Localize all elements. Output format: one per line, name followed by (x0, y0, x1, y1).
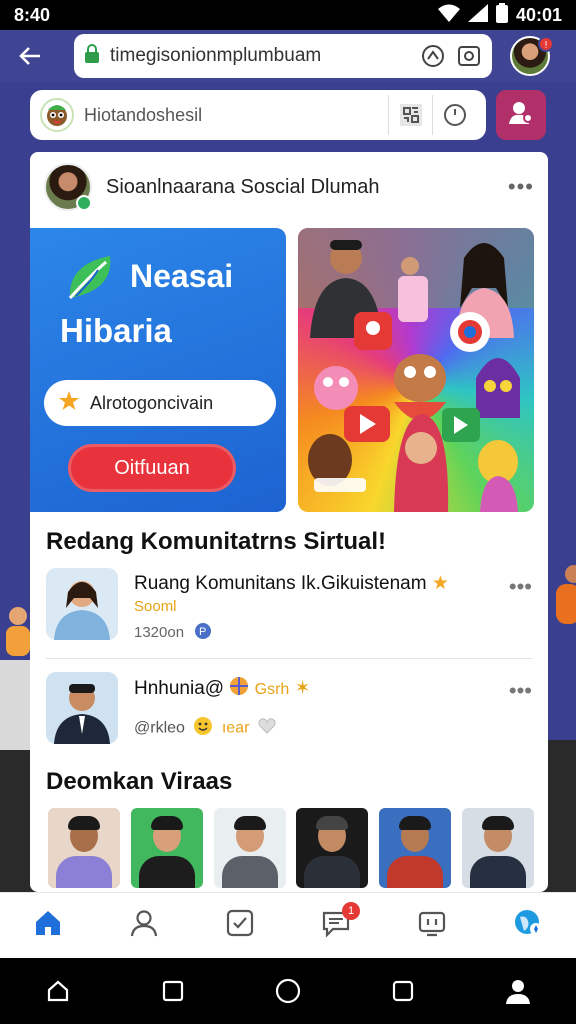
post-meta: @rkleo ıear (134, 716, 276, 741)
promo-cta-button[interactable]: Oitfuuan (68, 444, 236, 492)
list-item[interactable]: Ruang Komunitans Ik.Gikuistenam ★ Sooml … (46, 568, 532, 644)
promo-brand-line1: Neasai (130, 258, 234, 294)
more-options-icon[interactable]: ••• (508, 174, 534, 200)
system-back-square-icon[interactable] (378, 966, 428, 1016)
lock-icon (84, 43, 100, 69)
promo-illustration[interactable] (298, 228, 534, 512)
card-header: Sioanlnaarana Soscial Dlumah ••• (30, 152, 548, 222)
section-title-community: Redang Komunitatrns Sirtual! (46, 528, 387, 555)
svg-text:P: P (199, 626, 206, 638)
page-avatar[interactable] (44, 163, 92, 211)
background-figure-right (548, 560, 576, 640)
system-home-circle-icon[interactable] (263, 966, 313, 1016)
page-title[interactable]: Sioanlnaarana Soscial Dlumah (106, 176, 508, 199)
search-placeholder: Hiotandoshesil (84, 104, 203, 125)
tv-icon (417, 908, 447, 943)
profile-thumbnail[interactable] (461, 808, 534, 888)
system-home-icon[interactable] (33, 966, 83, 1016)
promo-pill-label: Alrotogoncivain (90, 392, 214, 413)
home-icon (33, 908, 63, 943)
nav-home[interactable] (18, 898, 78, 954)
profile-thumbnail[interactable] (48, 808, 120, 888)
section-title-featured: Deomkan Viraas (46, 768, 233, 795)
messages-badge: 1 (342, 901, 360, 920)
leaf-logo-icon (62, 250, 118, 306)
promo-brand-line2: Hibaria (60, 312, 172, 349)
star-icon (58, 390, 80, 417)
nav-tasks[interactable] (210, 898, 270, 954)
promo-banner[interactable]: Neasai Hibaria Alrotogoncivain Oitfuuan (30, 228, 286, 512)
nav-profile[interactable] (114, 898, 174, 954)
share-icon[interactable] (420, 43, 446, 69)
status-time: 8:40 (14, 4, 51, 25)
person-icon (129, 908, 159, 943)
post-card: Sioanlnaarana Soscial Dlumah ••• Neasai … (30, 152, 548, 892)
checkbox-icon (225, 908, 255, 943)
profile-button[interactable] (496, 90, 546, 140)
divider (46, 658, 532, 659)
system-account-icon[interactable] (493, 966, 543, 1016)
sparkle-icon: ✶ (294, 678, 311, 700)
verified-icon: P (194, 622, 212, 644)
signal-icon (467, 3, 488, 27)
status-bar: 8:40 40:01 (0, 0, 576, 30)
system-navigation (0, 958, 576, 1024)
list-item[interactable]: Hnhunia@ Gsrh ✶ @rkleo ıear ••• (46, 672, 532, 748)
system-recents-icon[interactable] (148, 966, 198, 1016)
post-avatar[interactable] (46, 568, 118, 640)
nav-messages[interactable]: 1 (306, 898, 366, 954)
globe-pin-icon (512, 907, 544, 944)
browser-toolbar: timegisonionmplumbuam ! (0, 30, 576, 82)
post-meta: 1320on P (134, 622, 212, 644)
star-badge-icon: ★ (431, 573, 449, 594)
background-figure (0, 600, 30, 750)
online-status-icon (76, 195, 92, 211)
profile-thumbnail[interactable] (379, 808, 452, 888)
tabs-icon[interactable] (456, 43, 482, 69)
battery-icon (495, 2, 508, 28)
search-row: Hiotandoshesil (30, 90, 546, 140)
wifi-icon (437, 4, 460, 27)
more-options-icon[interactable]: ••• (509, 574, 532, 600)
post-subtitle: Sooml (134, 598, 177, 615)
post-title: Ruang Komunitans Ik.Gikuistenam ★ (134, 573, 449, 594)
nav-live[interactable] (402, 898, 462, 954)
nav-explore[interactable] (498, 898, 558, 954)
address-bar[interactable]: timegisonionmplumbuam (74, 34, 492, 78)
profile-thumbnail[interactable] (213, 808, 286, 888)
promo-pill[interactable]: Alrotogoncivain (44, 380, 276, 426)
notification-badge: ! (538, 36, 554, 52)
globe-icon (229, 676, 249, 702)
search-input[interactable]: Hiotandoshesil (30, 90, 486, 140)
emoji-icon (193, 716, 213, 741)
heart-icon[interactable] (258, 718, 276, 739)
app-logo-icon (40, 98, 74, 132)
url-text: timegisonionmplumbuam (110, 45, 322, 66)
more-options-icon[interactable]: ••• (509, 678, 532, 704)
post-title: Hnhunia@ Gsrh ✶ (134, 676, 311, 702)
qr-scan-icon[interactable] (388, 95, 432, 135)
profile-thumbnail[interactable] (296, 808, 369, 888)
back-arrow-icon[interactable] (10, 36, 50, 76)
status-clock-right: 40:01 (515, 4, 562, 25)
bottom-navigation: 1 (0, 892, 576, 958)
profile-thumbnail-row (48, 808, 534, 888)
profile-thumbnail[interactable] (130, 808, 203, 888)
post-avatar[interactable] (46, 672, 118, 744)
history-clock-icon[interactable] (432, 95, 476, 135)
user-icon (506, 98, 536, 133)
account-avatar[interactable]: ! (510, 36, 554, 76)
